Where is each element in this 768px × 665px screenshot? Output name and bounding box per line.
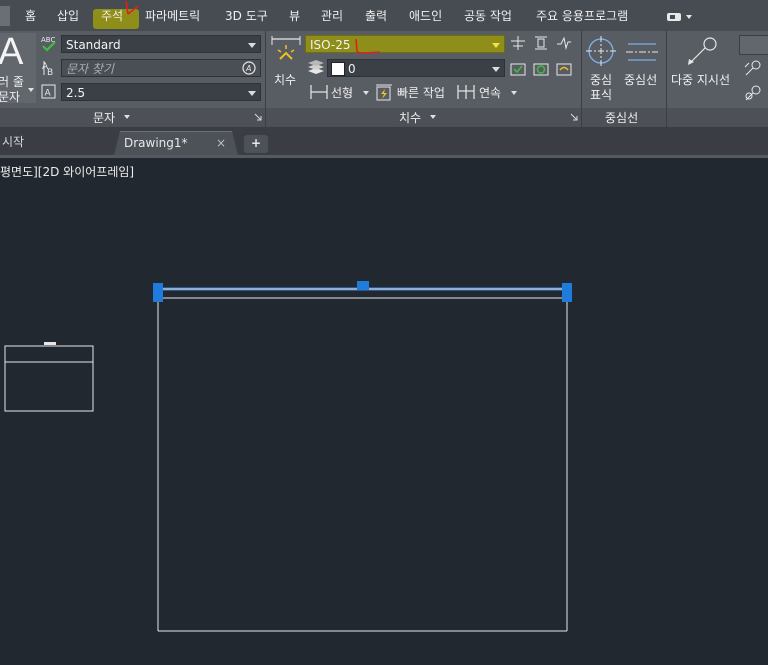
linear-label[interactable]: 선형: [331, 84, 353, 101]
menu-bar: 홈 삽입 주석 파라메트릭 3D 도구 뷰 관리 출력 애드인 공동 작업 주요…: [0, 0, 768, 32]
menu-manage[interactable]: 관리: [321, 7, 343, 24]
find-text-placeholder: 문자 찾기: [66, 62, 114, 76]
layer-color-swatch: [331, 62, 345, 76]
dialog-launcher-icon[interactable]: [570, 113, 578, 121]
menu-collaborate[interactable]: 공동 작업: [464, 7, 512, 24]
menu-home[interactable]: 홈: [25, 7, 36, 24]
grip-midpoint[interactable]: [357, 281, 369, 290]
dim-jog-icon[interactable]: [556, 35, 572, 51]
drawing-canvas[interactable]: [0, 158, 768, 665]
text-a-icon: A: [0, 31, 24, 73]
multileader-icon[interactable]: [684, 35, 724, 67]
dimension-button[interactable]: 치수: [268, 33, 302, 89]
center-mark-label-2[interactable]: 표식: [590, 86, 612, 103]
selected-line[interactable]: [153, 281, 572, 302]
ribbon-panel-titles: 문자 치수 중심선: [0, 108, 768, 128]
tab-start-label: 시작: [2, 135, 25, 149]
centerline-panel-title: 중심선: [605, 111, 639, 125]
svg-text:A: A: [45, 89, 52, 99]
text-height-value: 2.5: [66, 86, 86, 100]
dim-inspect-icon[interactable]: [510, 61, 526, 77]
menu-insert[interactable]: 삽입: [57, 7, 79, 24]
dim-panel-title[interactable]: 치수: [399, 109, 421, 126]
title-block-thumbnail[interactable]: [4, 342, 94, 412]
dim-break-icon[interactable]: [533, 35, 549, 51]
chevron-down-icon: [248, 91, 256, 96]
dim-style-value: ISO-25: [310, 38, 351, 52]
add-leader-icon[interactable]: [743, 59, 763, 77]
remove-leader-icon[interactable]: [743, 84, 763, 102]
text-height-icon: A: [40, 83, 58, 101]
svg-text:B: B: [47, 68, 53, 77]
multiline-text-button[interactable]: A 러 줄 문자: [0, 31, 36, 104]
panel-divider: [581, 108, 582, 127]
chevron-down-icon[interactable]: [511, 91, 517, 95]
video-icon[interactable]: [666, 12, 696, 22]
red-pen-mark: [124, 0, 146, 18]
centerline-icon[interactable]: [626, 41, 658, 63]
layer-icon: [307, 60, 325, 76]
text-style-dropdown[interactable]: Standard: [61, 35, 261, 53]
grip-start[interactable]: [153, 283, 163, 302]
panel-divider: [265, 108, 266, 127]
ribbon: A 러 줄 문자 ABC Standard A B 문자 찾기 A A 2.5 …: [0, 31, 768, 127]
chevron-down-icon[interactable]: [124, 115, 130, 119]
tab-drawing1-label: Drawing1*: [124, 136, 188, 150]
dim-update-icon[interactable]: [533, 61, 549, 77]
text-height-dropdown[interactable]: 2.5: [61, 83, 261, 101]
menu-addins[interactable]: 애드인: [409, 7, 442, 24]
chevron-down-icon: [492, 43, 500, 48]
svg-text:A: A: [245, 64, 251, 73]
panel-divider: [666, 108, 667, 127]
centerline-label[interactable]: 중심선: [624, 71, 657, 88]
model-space-svg: [4, 281, 572, 632]
dim-style-dropdown[interactable]: ISO-25: [305, 35, 505, 53]
menu-parametric[interactable]: 파라메트릭: [145, 7, 200, 24]
red-pen-mark: [354, 39, 384, 57]
dialog-launcher-icon[interactable]: [254, 113, 262, 121]
leader-style-dropdown[interactable]: [739, 35, 768, 55]
find-text-input[interactable]: 문자 찾기 A: [61, 59, 261, 77]
text-panel-title[interactable]: 문자: [93, 109, 115, 126]
text-style-value: Standard: [66, 38, 121, 52]
close-icon[interactable]: ×: [216, 132, 226, 154]
quick-dimension-label[interactable]: 빠른 작업: [397, 84, 445, 101]
new-tab-button[interactable]: +: [244, 135, 268, 153]
quick-dimension-icon[interactable]: [375, 84, 393, 102]
find-text-icon: A B: [40, 59, 58, 77]
dim-space-icon[interactable]: [510, 35, 526, 51]
grip-end[interactable]: [562, 283, 572, 302]
continue-dimension-label[interactable]: 연속: [479, 84, 501, 101]
linear-dimension-icon[interactable]: [310, 84, 328, 100]
menu-view[interactable]: 뷰: [289, 7, 300, 24]
spell-check-icon[interactable]: ABC: [40, 35, 58, 53]
dim-layer-dropdown[interactable]: 0: [327, 59, 505, 77]
chevron-down-icon: [492, 67, 500, 72]
continue-dimension-icon[interactable]: [457, 84, 475, 100]
menu-annotate[interactable]: 주석: [101, 7, 123, 24]
center-mark-icon[interactable]: [586, 36, 616, 66]
tab-drawing1[interactable]: Drawing1* ×: [114, 131, 238, 155]
chevron-down-icon: [28, 88, 34, 92]
dim-reassociate-icon[interactable]: [556, 61, 572, 77]
menu-output[interactable]: 출력: [365, 7, 387, 24]
plus-icon: +: [250, 136, 262, 150]
chevron-down-icon: [248, 43, 256, 48]
menu-featured-apps[interactable]: 주요 응용프로그램: [536, 7, 628, 24]
dimension-button-label: 치수: [274, 73, 297, 87]
search-icon[interactable]: A: [242, 61, 257, 76]
dimension-icon: [270, 35, 302, 67]
tab-start[interactable]: 시작: [0, 131, 110, 155]
app-menu-button[interactable]: [0, 6, 10, 26]
file-tab-bar: 시작 Drawing1* × +: [0, 128, 768, 155]
main-rectangle[interactable]: [157, 297, 568, 632]
multiline-text-label-2: 문자: [0, 90, 21, 104]
multileader-label[interactable]: 다중 지시선: [671, 71, 730, 88]
menu-3d-tools[interactable]: 3D 도구: [225, 7, 268, 24]
chevron-down-icon[interactable]: [363, 91, 369, 95]
chevron-down-icon[interactable]: [430, 115, 436, 119]
